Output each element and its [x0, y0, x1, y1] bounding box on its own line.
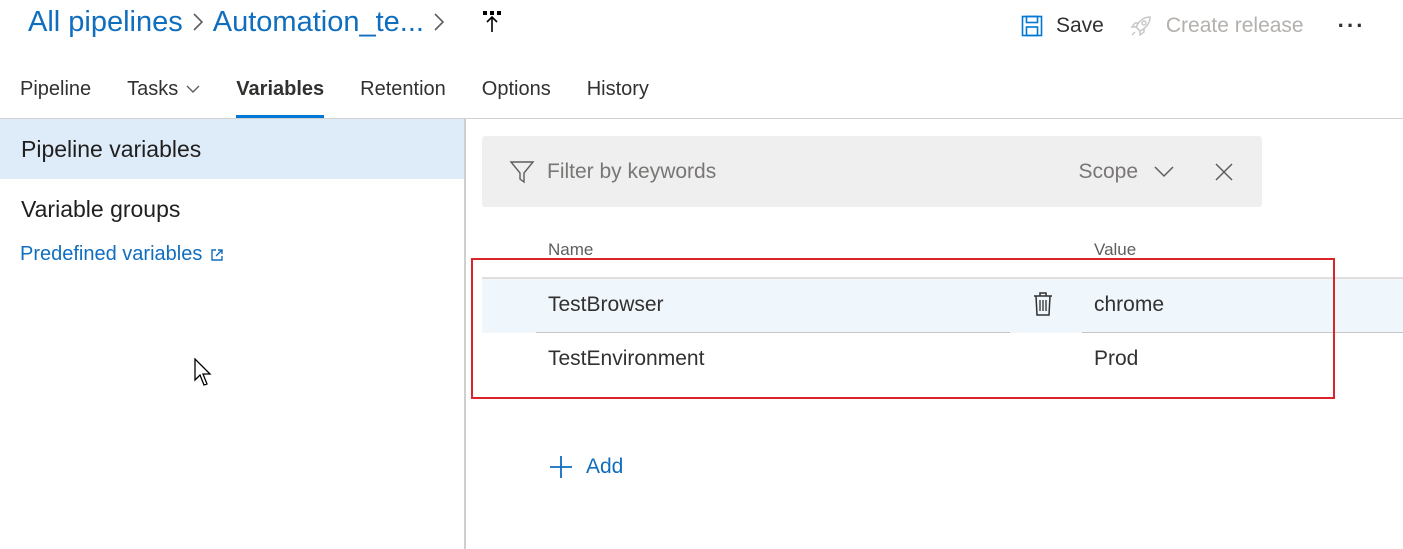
tab-label: History	[586, 78, 649, 100]
variable-value-input[interactable]: Prod	[1094, 347, 1138, 371]
chevron-right-icon[interactable]	[424, 2, 454, 42]
save-icon	[1021, 15, 1043, 37]
pipeline-release-icon	[480, 8, 506, 36]
tab-bar: Pipeline Tasks Variables Retention Optio…	[20, 70, 685, 118]
more-options-icon[interactable]: ···	[1338, 13, 1366, 39]
link-label: Predefined variables	[20, 243, 203, 265]
scope-label: Scope	[1078, 159, 1138, 183]
nav-pipeline-variables[interactable]: Pipeline variables	[0, 119, 464, 179]
tab-label: Pipeline	[20, 78, 92, 100]
tab-tasks[interactable]: Tasks	[127, 70, 200, 118]
add-variable-button[interactable]: Add	[548, 454, 623, 480]
chevron-down-icon	[1154, 165, 1174, 177]
plus-icon	[550, 456, 572, 478]
breadcrumb-pipeline-name[interactable]: Automation_te...	[213, 6, 424, 39]
variable-row[interactable]: TestEnvironment Prod	[482, 333, 1403, 387]
chevron-down-icon	[186, 85, 200, 93]
external-link-icon	[211, 248, 224, 261]
rocket-icon	[1130, 16, 1151, 37]
tab-label: Tasks	[127, 78, 179, 100]
create-release-label: Create release	[1165, 14, 1304, 37]
variable-name-input[interactable]: TestBrowser	[548, 293, 664, 317]
mouse-cursor-icon	[194, 358, 212, 386]
tab-history[interactable]: History	[587, 70, 649, 118]
breadcrumb: All pipelines Automation_te...	[28, 2, 506, 42]
tab-options[interactable]: Options	[482, 70, 551, 118]
tab-retention[interactable]: Retention	[360, 70, 446, 118]
filter-bar: Filter by keywords Scope	[482, 136, 1262, 207]
scope-dropdown[interactable]: Scope	[1078, 160, 1174, 184]
filter-icon	[509, 159, 535, 185]
nav-label: Pipeline variables	[21, 135, 202, 162]
save-label: Save	[1056, 14, 1104, 37]
clear-filter-icon[interactable]	[1214, 162, 1234, 182]
breadcrumb-all-pipelines[interactable]: All pipelines	[28, 6, 183, 39]
variables-nav: Pipeline variables Variable groups Prede…	[0, 119, 466, 549]
add-label: Add	[586, 455, 624, 478]
chevron-right-icon	[183, 2, 213, 42]
tab-label: Retention	[360, 78, 446, 100]
tab-variables[interactable]: Variables	[236, 70, 324, 118]
variable-value-input[interactable]: chrome	[1094, 293, 1164, 317]
predefined-variables-link[interactable]: Predefined variables	[0, 243, 464, 266]
tab-pipeline[interactable]: Pipeline	[20, 70, 91, 118]
save-button[interactable]: Save	[1020, 14, 1104, 38]
variable-name-input[interactable]: TestEnvironment	[548, 347, 704, 371]
nav-variable-groups[interactable]: Variable groups	[0, 179, 464, 239]
tab-label: Variables	[236, 78, 325, 100]
tab-label: Options	[481, 78, 551, 100]
column-header-value[interactable]: Value	[1094, 240, 1136, 260]
delete-icon[interactable]	[1032, 291, 1054, 322]
variable-row[interactable]: TestBrowser chrome	[482, 279, 1403, 333]
header-actions: Save Create release ···	[1020, 6, 1366, 46]
nav-label: Variable groups	[21, 195, 181, 222]
create-release-button[interactable]: Create release	[1128, 13, 1304, 39]
filter-keywords-input[interactable]: Filter by keywords	[547, 160, 1078, 184]
column-header-name[interactable]: Name	[548, 240, 593, 260]
